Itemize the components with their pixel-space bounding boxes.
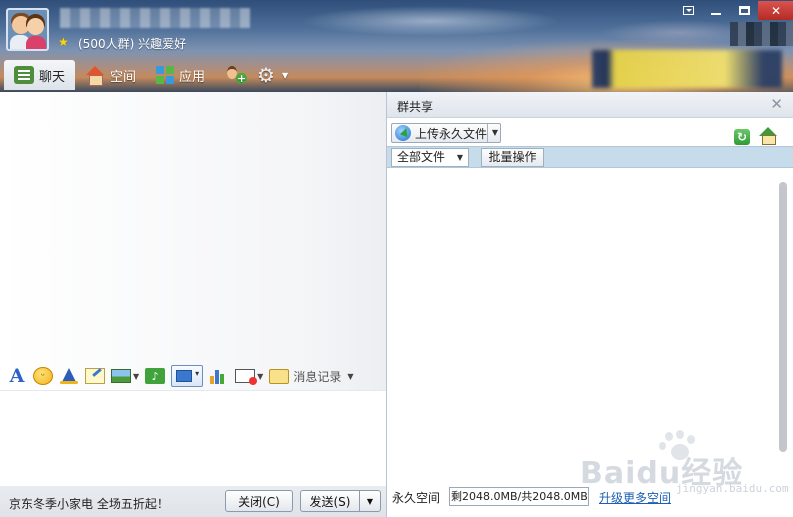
tab-apps-label: 应用 <box>179 69 206 85</box>
maximize-icon <box>738 6 750 15</box>
panel-footer: 永久空间 剩2048.0MB/共2048.0MB 升级更多空间 <box>387 484 793 517</box>
music-icon[interactable]: ♪ <box>145 368 166 384</box>
blurred-banner <box>592 50 782 88</box>
tab-apps[interactable]: 应用 <box>146 60 215 90</box>
upgrade-space-link[interactable]: 升级更多空间 <box>599 489 671 506</box>
screenshot-icon[interactable] <box>171 365 204 387</box>
close-window-button[interactable]: ✕ <box>758 1 793 20</box>
message-input[interactable] <box>0 390 386 486</box>
emoji-icon[interactable]: ᵕ <box>33 367 53 385</box>
chevron-down-icon: ▼ <box>281 70 289 80</box>
message-history-pane[interactable] <box>0 92 386 362</box>
file-filter-select[interactable]: 全部文件 ▼ <box>391 148 469 167</box>
settings-button[interactable]: ⚙ ▼ <box>257 60 298 90</box>
group-share-panel: 群共享 ✕ 上传永久文件 ▼ ↻ 全部文件 ▼ 批量操作 永久空间 剩2048.… <box>386 92 793 517</box>
space-usage-field: 剩2048.0MB/共2048.0MB <box>449 487 589 506</box>
blurred-area <box>730 22 793 46</box>
group-avatar[interactable] <box>6 8 49 51</box>
chevron-down-icon[interactable]: ▼ <box>133 372 139 381</box>
button-separator <box>487 124 488 142</box>
send-options-button[interactable]: ▼ <box>359 490 381 512</box>
refresh-icon[interactable]: ↻ <box>734 129 750 145</box>
group-name-blurred <box>60 8 250 28</box>
file-filter-label: 全部文件 <box>397 150 446 164</box>
add-member-button[interactable] <box>215 60 257 90</box>
send-image-icon[interactable] <box>111 369 131 383</box>
upload-label: 上传永久文件 <box>415 126 488 141</box>
header-background <box>300 6 560 36</box>
scrollbar[interactable] <box>779 182 787 452</box>
globe-icon <box>395 125 411 141</box>
share-home-icon[interactable] <box>759 127 777 145</box>
panel-title-bar: 群共享 ✕ <box>387 92 793 118</box>
space-label: 永久空间 <box>392 491 441 505</box>
upload-permanent-file-button[interactable]: 上传永久文件 ▼ <box>391 123 501 143</box>
message-history-button[interactable]: 消息记录 <box>293 368 341 385</box>
batch-operation-button[interactable]: 批量操作 <box>481 148 544 167</box>
minimize-icon <box>711 12 721 15</box>
maximize-button[interactable] <box>730 1 758 20</box>
skin-menu-button[interactable] <box>674 1 702 20</box>
dropdown-box-icon <box>682 6 694 15</box>
group-info: (500人群) 兴趣爱好 <box>78 37 187 51</box>
ad-link[interactable]: 京东冬季小家电 全场五折起！ <box>9 495 169 512</box>
close-panel-icon[interactable]: ✕ <box>770 95 783 113</box>
message-history-icon[interactable] <box>269 368 290 384</box>
add-person-icon <box>225 66 248 84</box>
doodle-icon[interactable] <box>85 368 105 384</box>
minimize-button[interactable] <box>702 1 730 20</box>
window-controls: ✕ <box>674 1 793 20</box>
chat-footer: 京东冬季小家电 全场五折起！ 关闭(C) 发送(S) ▼ <box>0 486 386 517</box>
close-icon: ✕ <box>770 3 782 18</box>
shake-window-icon[interactable] <box>59 367 79 385</box>
chevron-down-icon[interactable]: ▼ <box>347 372 353 381</box>
filter-bar: 全部文件 ▼ 批量操作 <box>387 146 793 168</box>
chevron-down-icon[interactable]: ▼ <box>492 128 498 137</box>
chat-area: A ᵕ ▼ ♪ ▼ 消息记录 ▼ 京东冬季小家电 全场五折起！ 关闭(C) 发送… <box>0 92 386 517</box>
chevron-down-icon: ▼ <box>456 153 463 162</box>
star-icon: ★ <box>58 35 69 49</box>
window-header: ★ (500人群) 兴趣爱好 ✕ 聊天 空间 应用 + ⚙ ▼ <box>0 0 793 92</box>
panel-title: 群共享 <box>397 100 434 114</box>
chevron-down-icon[interactable]: ▼ <box>257 372 263 381</box>
send-button[interactable]: 发送(S) <box>300 490 360 512</box>
video-icon[interactable] <box>235 369 258 385</box>
font-icon[interactable]: A <box>7 365 27 387</box>
apps-icon <box>156 66 175 84</box>
tab-chat[interactable]: 聊天 <box>4 60 76 90</box>
tab-space-label: 空间 <box>110 69 137 85</box>
tab-chat-label: 聊天 <box>39 69 66 85</box>
input-toolbar: A ᵕ ▼ ♪ ▼ 消息记录 ▼ <box>0 362 386 390</box>
close-button[interactable]: 关闭(C) <box>225 490 293 512</box>
gear-icon: ⚙ <box>257 63 275 87</box>
chevron-down-icon: ▼ <box>366 496 374 506</box>
file-list[interactable] <box>387 169 793 475</box>
main-nav: 聊天 空间 应用 ⚙ ▼ <box>0 60 298 90</box>
tab-space[interactable]: 空间 <box>75 60 146 90</box>
home-icon <box>85 66 105 86</box>
vote-chart-icon[interactable] <box>209 368 229 384</box>
chat-icon <box>14 66 34 84</box>
